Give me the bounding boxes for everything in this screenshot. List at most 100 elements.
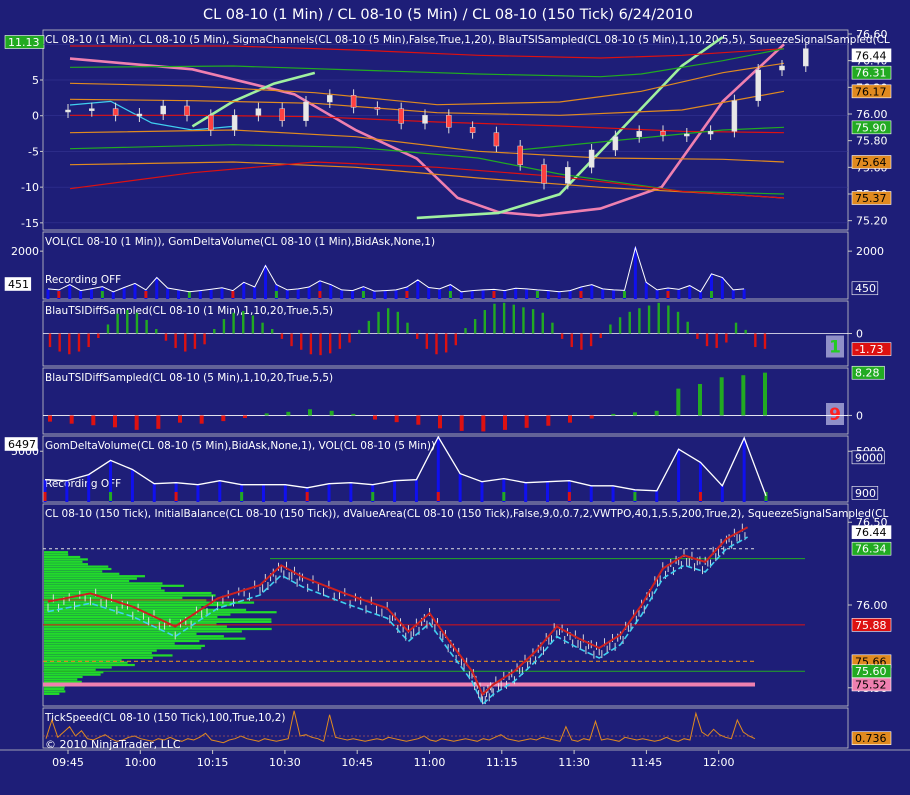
volume-profile-bar	[44, 639, 200, 643]
tsi-bar	[386, 308, 390, 334]
volume-bar	[720, 277, 724, 299]
candle-body	[779, 65, 785, 71]
volume-bar	[264, 265, 268, 299]
tsi-bar	[611, 413, 616, 416]
volume-bar	[427, 287, 431, 299]
tsi-bar	[221, 415, 226, 422]
right-value-badge: 76.44	[851, 525, 892, 539]
right-value-badge: 76.17	[851, 84, 892, 98]
right-value-badge: 450	[851, 281, 879, 295]
tsi-bar	[145, 319, 148, 334]
candle-body	[731, 100, 738, 132]
volume-bar	[340, 289, 344, 299]
volume-profile-bar	[44, 690, 66, 693]
volume-bar	[209, 289, 213, 299]
tsi-bar	[91, 415, 96, 426]
tsi-bar	[481, 415, 486, 432]
volume-profile-bar	[44, 675, 83, 679]
panel-label-volume: VOL(CL 08-10 (1 Min)), GomDeltaVolume(CL…	[45, 236, 435, 248]
tsi-bar	[734, 322, 738, 334]
delta-bar	[318, 291, 322, 298]
tsi-bar	[232, 312, 235, 334]
delta-bar	[535, 291, 539, 298]
volume-bar	[90, 288, 94, 299]
volume-profile-bar	[44, 692, 60, 695]
delta-bar	[579, 291, 583, 298]
right-value-badge-text: 76.44	[855, 526, 887, 539]
tsi-bar	[580, 333, 583, 350]
tsi-bar	[609, 324, 612, 334]
volume-line	[47, 245, 745, 293]
volume-bar	[742, 288, 746, 299]
volume-bar	[130, 469, 134, 502]
tsi-bar	[377, 311, 380, 334]
tsi-bar	[357, 329, 361, 334]
right-value-badge-text: 900	[855, 487, 876, 500]
volume-bar	[458, 473, 462, 502]
volume-bar	[307, 287, 311, 299]
tsi-bar	[97, 333, 100, 339]
tsi-bar	[522, 307, 525, 334]
left-value-badge-text: 11.13	[8, 36, 40, 49]
volume-profile-bar	[44, 656, 153, 659]
tsi-bar	[589, 415, 594, 419]
left-value-badge: 6497	[4, 437, 38, 451]
right-value-badge: 76.44	[851, 48, 892, 62]
volume-bar	[253, 287, 257, 299]
volume-bar	[655, 289, 659, 299]
tsi-bar	[290, 333, 293, 347]
volume-bar	[731, 289, 735, 299]
left-tick-label: 0	[32, 110, 39, 123]
right-value-badge-text: 9000	[855, 451, 883, 464]
tsi-bar	[698, 383, 702, 416]
volume-bar	[46, 288, 50, 299]
left-tick-label: 5	[32, 74, 39, 87]
tsi-bar	[126, 310, 129, 334]
tsi-bar	[763, 333, 767, 349]
right-value-badge: 900	[851, 486, 879, 500]
right-tick-label: 76.00	[856, 108, 888, 121]
tsi-bar	[568, 415, 572, 423]
delta-bar	[240, 492, 244, 501]
tsi-bar	[618, 317, 622, 334]
right-value-badge-text: 450	[855, 282, 876, 295]
volume-profile-bar	[44, 613, 231, 616]
candle-body	[350, 95, 357, 108]
volume-profile-bar	[44, 668, 96, 671]
tsi-bar	[135, 312, 139, 334]
series-line-sigma-2	[70, 45, 785, 59]
x-tick-label: 10:45	[341, 756, 373, 769]
volume-bar	[480, 481, 484, 502]
tsi-bar	[348, 333, 351, 343]
tsi-bar	[725, 333, 728, 343]
left-value-badge: 11.13	[4, 35, 45, 49]
tsi-bar	[300, 333, 303, 350]
right-value-badge: 75.64	[851, 155, 892, 169]
candle-body	[612, 136, 619, 151]
volume-bar	[612, 289, 616, 299]
right-value-badge-text: 75.60	[855, 665, 887, 678]
right-tick-label: 2000	[856, 245, 884, 258]
volume-profile-bar	[44, 555, 81, 559]
volume-bar	[329, 284, 333, 299]
right-value-badge-text: 76.17	[855, 85, 887, 98]
tsi-bar	[464, 328, 467, 334]
right-value-badge-text: 76.34	[855, 543, 887, 556]
left-value-badge-text: 6497	[8, 438, 36, 451]
candle-body	[184, 105, 190, 116]
right-value-badge: 76.34	[851, 541, 892, 556]
tsi-bar	[48, 333, 52, 348]
volume-bar	[611, 485, 615, 502]
tsi-bar	[58, 333, 61, 352]
volume-bar	[196, 484, 200, 502]
delta-bar	[709, 291, 713, 298]
volume-bar	[524, 482, 528, 502]
volume-profile-bar	[44, 572, 120, 575]
volume-profile-bar	[44, 635, 224, 638]
right-value-badge-text: 0.736	[855, 732, 887, 745]
tsi-bar	[599, 333, 602, 339]
candle-body	[636, 131, 642, 137]
volume-bar	[393, 480, 397, 502]
delta-bar	[666, 291, 670, 298]
volume-bar	[742, 438, 746, 502]
